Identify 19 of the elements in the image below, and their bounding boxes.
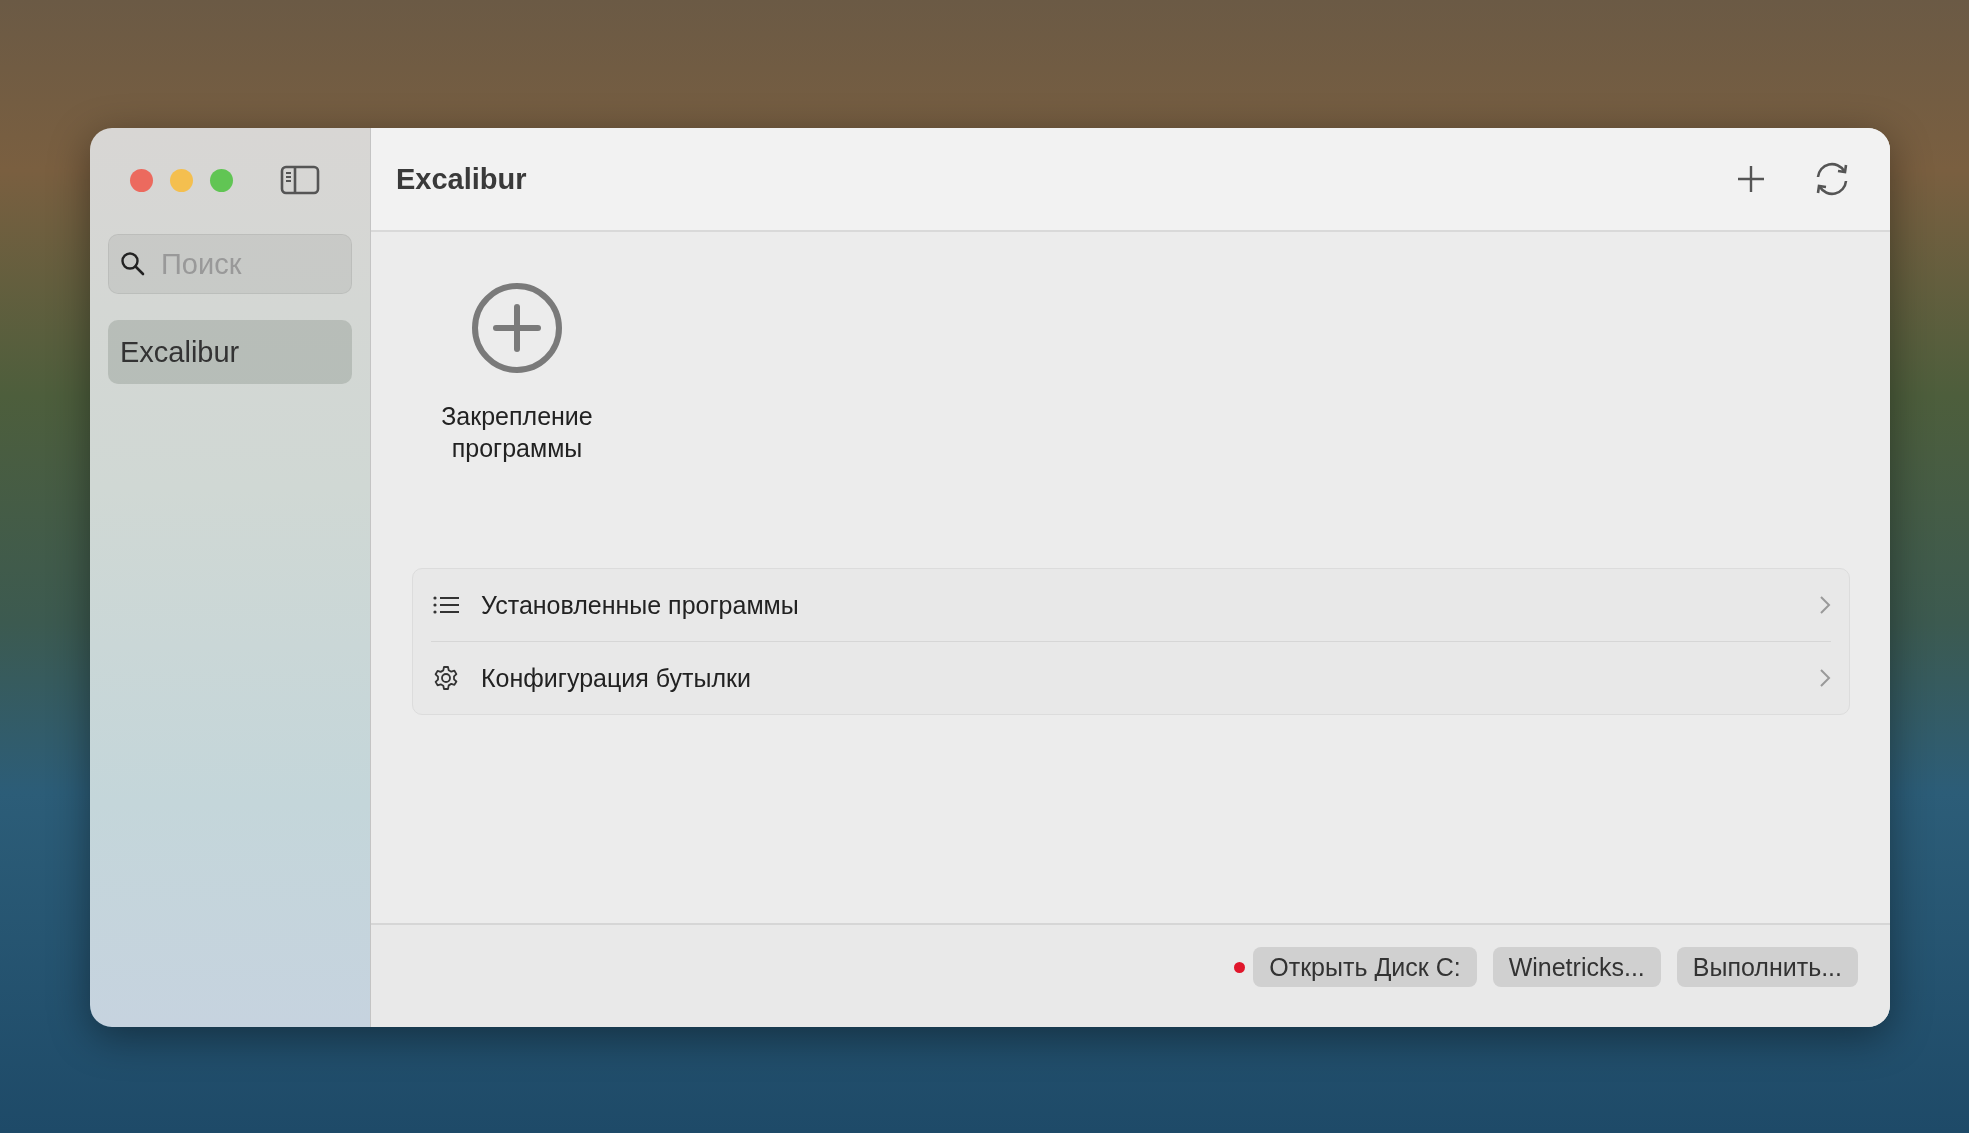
menu-row[interactable]: Установленные программы — [431, 569, 1831, 641]
footer-button[interactable]: Открыть Диск C: — [1253, 947, 1477, 987]
add-circle-icon[interactable] — [471, 282, 563, 374]
gear-icon — [433, 665, 459, 691]
footer-button[interactable]: Winetricks... — [1492, 947, 1661, 987]
close-button[interactable] — [130, 168, 153, 192]
pin-program-label[interactable]: Закрепление программы — [422, 400, 612, 464]
list-icon — [433, 595, 459, 615]
row-label: Конфигурация бутылки — [481, 663, 752, 693]
footer-button[interactable]: Выполнить... — [1676, 947, 1858, 987]
sidebar-toggle-icon[interactable] — [280, 165, 320, 195]
add-icon[interactable] — [1736, 164, 1766, 194]
window-title: Excalibur — [396, 162, 528, 196]
search-icon — [120, 251, 146, 277]
chevron-right-icon — [1819, 595, 1831, 615]
row-label: Установленные программы — [481, 590, 800, 620]
menu-row[interactable]: Конфигурация бутылки — [431, 641, 1831, 714]
chevron-right-icon — [1819, 668, 1831, 688]
sidebar-item[interactable]: Excalibur — [108, 320, 352, 384]
